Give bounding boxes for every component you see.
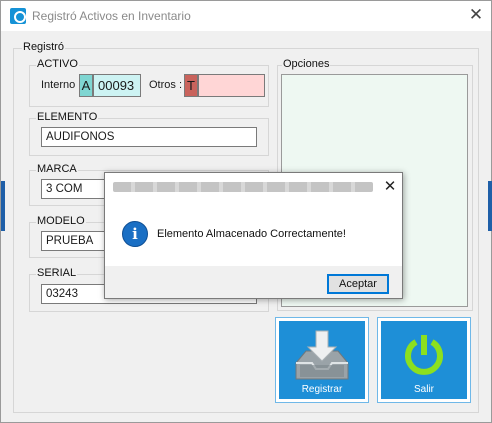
window-close-button[interactable]: ✕	[463, 3, 489, 27]
background-window-strip	[1, 181, 5, 231]
opciones-group-title: Opciones	[282, 58, 331, 70]
inbox-download-icon	[295, 330, 349, 380]
dialog-close-button[interactable]: ✕	[380, 177, 400, 197]
registrar-button[interactable]: Registrar	[276, 318, 368, 402]
salir-button[interactable]: Salir	[378, 318, 470, 402]
power-icon	[405, 335, 443, 375]
serial-group-title: SERIAL	[36, 267, 78, 279]
modelo-group-title: MODELO	[36, 215, 86, 227]
dialog-title-redacted	[113, 182, 373, 192]
otros-prefix: T	[184, 74, 198, 97]
activo-group-title: ACTIVO	[36, 58, 79, 70]
elemento-group-title: ELEMENTO	[36, 111, 99, 123]
salir-button-label: Salir	[413, 384, 434, 395]
dialog-footer: Aceptar	[105, 266, 402, 298]
registro-group-title: Registró	[22, 41, 65, 53]
info-icon: i	[122, 221, 148, 247]
dialog-message: Elemento Almacenado Correctamente!	[157, 228, 346, 240]
message-dialog: ✕ i Elemento Almacenado Correctamente! A…	[104, 172, 403, 299]
app-icon	[10, 8, 26, 24]
interno-prefix: A	[79, 74, 93, 97]
window-title: Registró Activos en Inventario	[32, 9, 191, 23]
info-icon-glyph: i	[132, 225, 138, 243]
marca-group-title: MARCA	[36, 163, 78, 175]
registrar-button-label: Registrar	[301, 384, 343, 395]
elemento-field[interactable]: AUDIFONOS	[41, 127, 257, 147]
interno-code-field[interactable]: 00093	[93, 74, 141, 97]
aceptar-button[interactable]: Aceptar	[327, 274, 389, 294]
otros-code-field[interactable]	[198, 74, 265, 97]
title-bar: Registró Activos en Inventario ✕	[1, 1, 491, 31]
otros-label: Otros :	[149, 79, 183, 91]
interno-label: Interno :	[41, 79, 82, 91]
background-window-strip	[488, 181, 492, 231]
